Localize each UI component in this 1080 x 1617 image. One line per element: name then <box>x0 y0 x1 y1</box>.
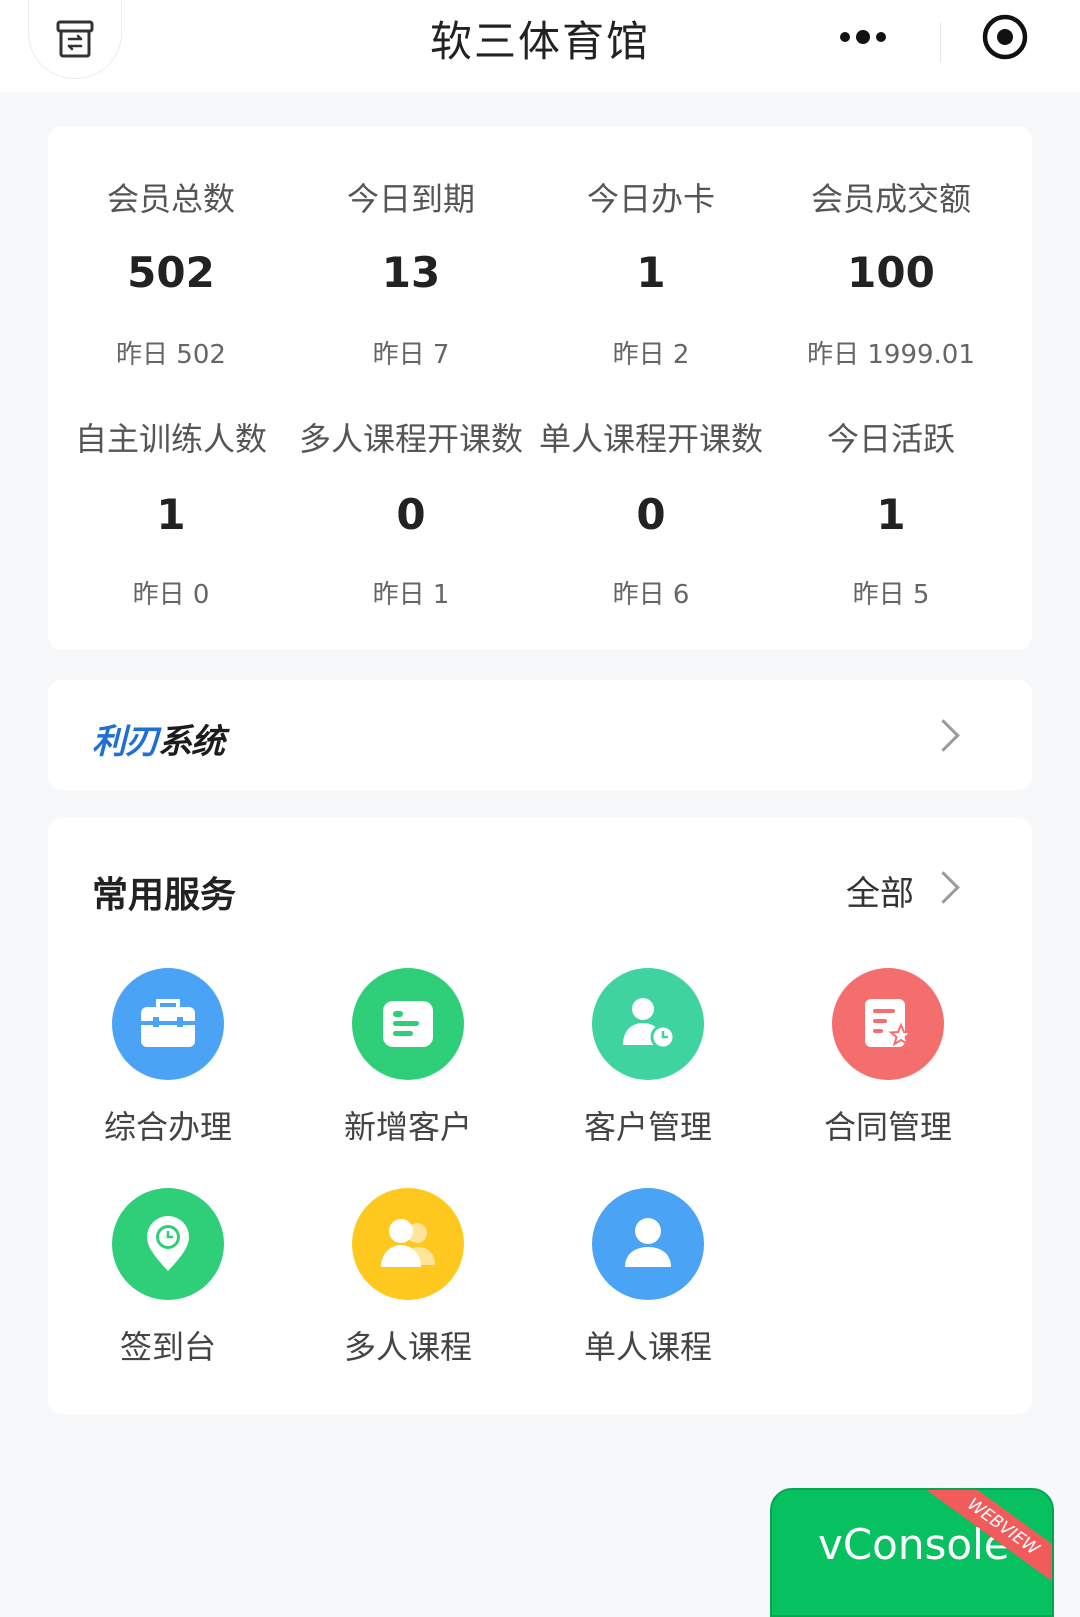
service-label: 综合办理 <box>103 1108 232 1146</box>
stat-value: 502 <box>127 248 215 297</box>
stat-yesterday: 昨日 1 <box>372 580 450 610</box>
capsule-divider <box>940 22 941 62</box>
stat-yesterday: 昨日 1999.01 <box>807 340 975 370</box>
stat-yesterday: 昨日 2 <box>612 340 690 370</box>
stat-label: 单人课程开课数 <box>538 420 763 458</box>
service-label: 多人课程 <box>343 1328 472 1366</box>
card-list-icon <box>352 968 464 1080</box>
chevron-right-icon <box>927 719 960 752</box>
stat-value: 0 <box>396 490 426 539</box>
stat-label: 今日活跃 <box>826 420 955 458</box>
stat-yesterday: 昨日 5 <box>852 580 930 610</box>
service-group-class[interactable]: 多人课程 <box>288 1188 534 1388</box>
stat-yesterday: 昨日 7 <box>372 340 450 370</box>
stat-yesterday: 昨日 0 <box>132 580 210 610</box>
stat-label: 自主训练人数 <box>74 420 267 458</box>
service-customer-manage[interactable]: 客户管理 <box>528 968 774 1168</box>
service-private-class[interactable]: 单人课程 <box>528 1188 774 1388</box>
service-label: 合同管理 <box>823 1108 952 1146</box>
stat-label: 今日到期 <box>346 180 475 218</box>
vconsole-button[interactable]: vConsole WEBVIEW <box>770 1488 1054 1617</box>
service-label: 新增客户 <box>343 1108 472 1146</box>
services-card: 常用服务 全部 综合办理 新增客户 客户管理 合同管理 签到台 多人课程 单人课… <box>48 818 1032 1414</box>
stat-label: 会员成交额 <box>810 180 971 218</box>
page-title: 软三体育馆 <box>429 17 650 66</box>
brand-logo-part2: 系统 <box>158 722 225 762</box>
stat-value: 13 <box>381 248 441 297</box>
stats-card: 会员总数 502 昨日 502 今日到期 13 昨日 7 今日办卡 1 昨日 2… <box>48 126 1032 650</box>
service-checkin[interactable]: 签到台 <box>48 1188 294 1388</box>
more-menu-button[interactable] <box>820 8 910 66</box>
stat-yesterday: 昨日 502 <box>116 340 226 370</box>
location-clock-icon <box>112 1188 224 1300</box>
services-title: 常用服务 <box>92 875 237 916</box>
briefcase-icon <box>112 968 224 1080</box>
close-miniprogram-button[interactable] <box>960 8 1050 66</box>
services-all-link[interactable]: 全部 <box>846 866 914 915</box>
service-label: 单人课程 <box>583 1328 712 1366</box>
stat-value: 100 <box>847 248 935 297</box>
service-label: 签到台 <box>119 1328 216 1366</box>
brand-logo-part1: 利刃 <box>92 722 159 762</box>
service-contract-manage[interactable]: 合同管理 <box>768 968 1014 1168</box>
chevron-right-icon[interactable] <box>927 871 960 904</box>
stat-label: 多人课程开课数 <box>298 420 523 458</box>
service-new-customer[interactable]: 新增客户 <box>288 968 534 1168</box>
target-circle-icon <box>982 14 1028 60</box>
top-bar: 软三体育馆 <box>0 0 1080 92</box>
service-general[interactable]: 综合办理 <box>48 968 294 1168</box>
stat-value: 1 <box>156 490 186 539</box>
more-dots-icon <box>840 30 886 44</box>
stat-label: 今日办卡 <box>586 180 715 218</box>
user-icon <box>592 1188 704 1300</box>
user-clock-icon <box>592 968 704 1080</box>
brand-logo: 利刃系统 <box>92 714 225 763</box>
stat-value: 0 <box>636 490 666 539</box>
stat-label: 会员总数 <box>106 180 235 218</box>
document-star-icon <box>832 968 944 1080</box>
stat-yesterday: 昨日 6 <box>612 580 690 610</box>
users-icon <box>352 1188 464 1300</box>
service-label: 客户管理 <box>583 1108 712 1146</box>
brand-system-link[interactable]: 利刃系统 <box>48 680 1032 790</box>
stat-value: 1 <box>636 248 666 297</box>
stat-value: 1 <box>876 490 906 539</box>
